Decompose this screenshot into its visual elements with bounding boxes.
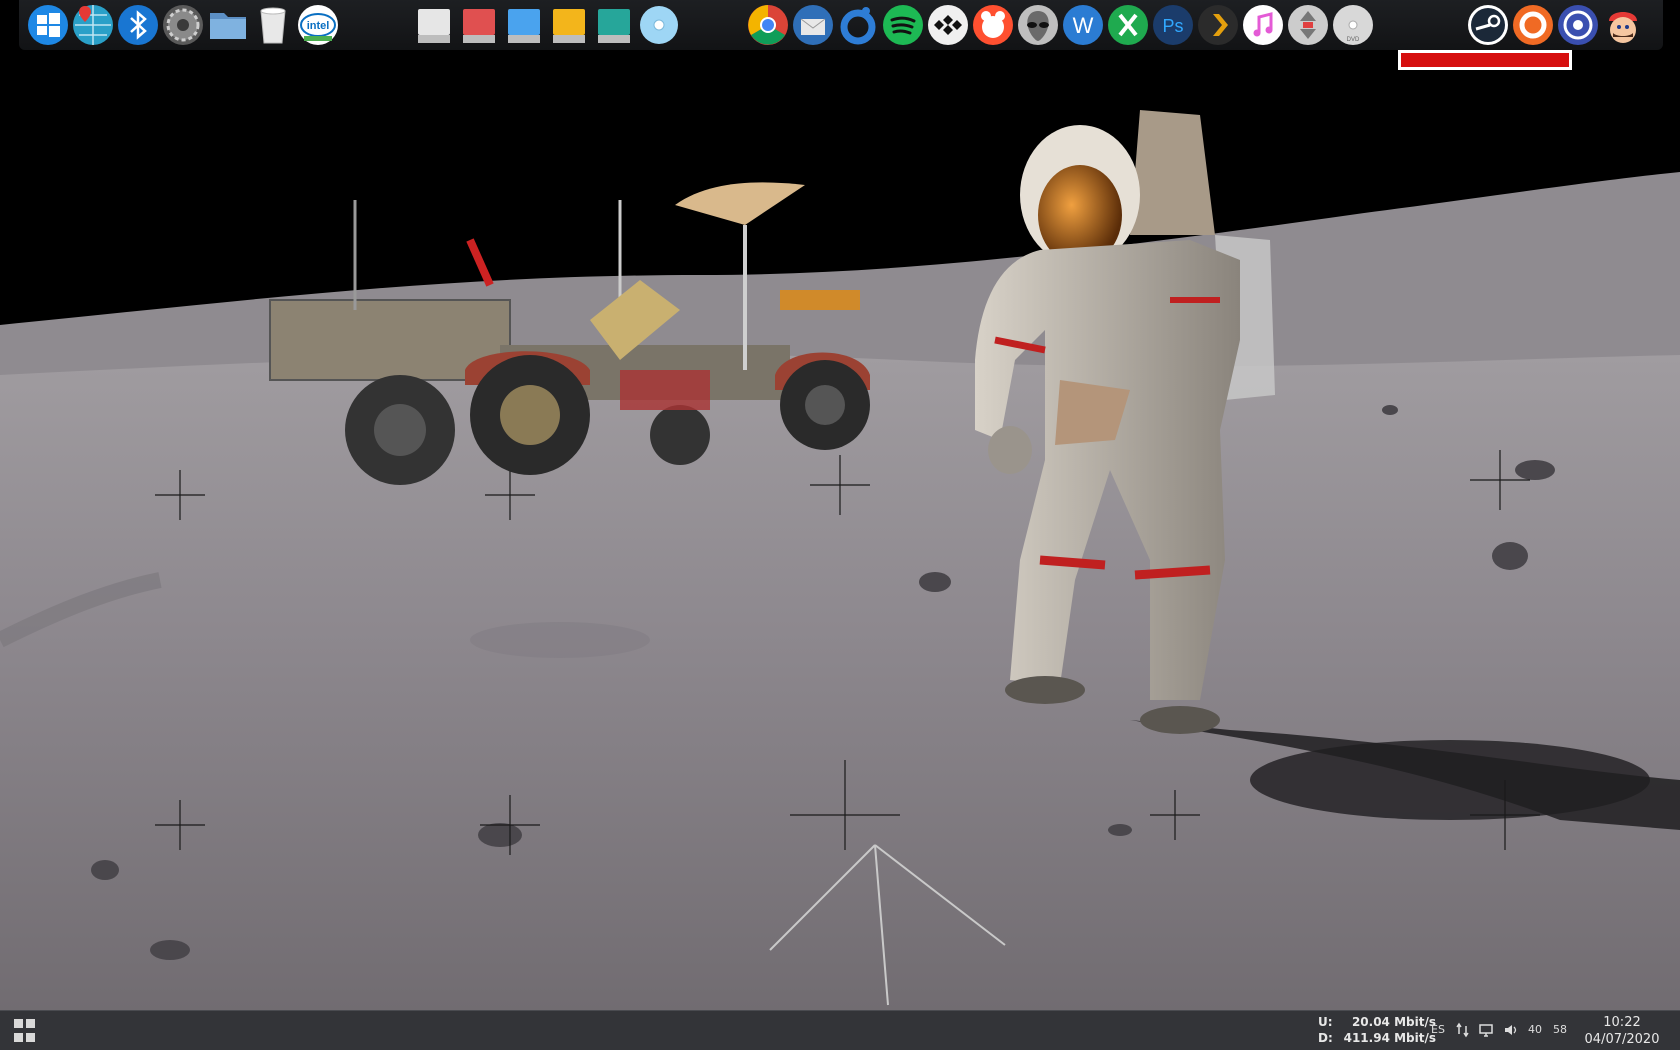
tray-value-2: 58 xyxy=(1553,1023,1567,1036)
folder-icon[interactable] xyxy=(205,2,250,48)
network-monitor-icon[interactable] xyxy=(1478,1022,1494,1038)
clock-time: 10:22 xyxy=(1603,1015,1641,1030)
spotify-icon[interactable] xyxy=(880,2,925,48)
photoshop-label: Ps xyxy=(1162,16,1183,36)
download-label: D: xyxy=(1318,1031,1333,1045)
plex-icon[interactable] xyxy=(1195,2,1240,48)
trash-icon[interactable] xyxy=(250,2,295,48)
word-icon[interactable]: W xyxy=(1060,2,1105,48)
bluetooth-icon[interactable] xyxy=(115,2,160,48)
drive-blue-icon[interactable] xyxy=(501,2,546,48)
download-value: 411.94 Mbit/s xyxy=(1343,1031,1436,1045)
dock-badge xyxy=(1398,50,1572,70)
drive-teal-icon[interactable] xyxy=(591,2,636,48)
windows-start-icon[interactable] xyxy=(25,2,70,48)
clock-date: 04/07/2020 xyxy=(1584,1032,1660,1047)
dock-apps-group: W Ps DVD xyxy=(745,2,1375,48)
mario-icon[interactable] xyxy=(1600,2,1645,48)
tray-value-1: 40 xyxy=(1528,1023,1542,1036)
volume-icon[interactable] xyxy=(1503,1022,1519,1038)
maps-globe-icon[interactable] xyxy=(70,2,115,48)
drive-red-icon[interactable] xyxy=(456,2,501,48)
alien-icon[interactable] xyxy=(1015,2,1060,48)
settings-gear-icon[interactable] xyxy=(160,2,205,48)
dock-system-group: intel xyxy=(25,2,340,48)
network-meter: U: 20.04 Mbit/s D: 411.94 Mbit/s xyxy=(1318,1014,1436,1046)
chrome-icon[interactable] xyxy=(745,2,790,48)
thunderbird-icon[interactable] xyxy=(790,2,835,48)
gom-player-icon[interactable] xyxy=(970,2,1015,48)
excel-icon[interactable] xyxy=(1105,2,1150,48)
word-label: W xyxy=(1072,13,1093,38)
moon-landing-wallpaper xyxy=(0,0,1680,1050)
intel-label: intel xyxy=(306,20,329,32)
upload-value: 20.04 Mbit/s xyxy=(1351,1015,1436,1029)
dvd-icon[interactable]: DVD xyxy=(1330,2,1375,48)
windows-start-icon[interactable] xyxy=(14,1019,38,1043)
steam-icon[interactable] xyxy=(1465,2,1510,48)
network-activity-icon[interactable] xyxy=(1455,1022,1471,1038)
upload-label: U: xyxy=(1318,1015,1333,1029)
dock-end-group xyxy=(1465,2,1645,48)
ubisoft-icon[interactable] xyxy=(1555,2,1600,48)
taskbar: U: 20.04 Mbit/s D: 411.94 Mbit/s ES 40 5… xyxy=(0,1010,1680,1050)
tidal-icon[interactable] xyxy=(925,2,970,48)
top-dock: intel W Ps DVD xyxy=(19,0,1663,50)
dvd-label: DVD xyxy=(1346,37,1359,43)
photoshop-icon[interactable]: Ps xyxy=(1150,2,1195,48)
intel-icon[interactable]: intel xyxy=(295,2,340,48)
origin-icon[interactable] xyxy=(835,2,880,48)
ccleaner-icon[interactable] xyxy=(1510,2,1555,48)
clock[interactable]: 10:22 04/07/2020 xyxy=(1572,1014,1672,1048)
drive-yellow-icon[interactable] xyxy=(546,2,591,48)
dock-drives-group xyxy=(411,2,681,48)
transfer-icon[interactable] xyxy=(1285,2,1330,48)
drive-white-icon[interactable] xyxy=(411,2,456,48)
itunes-icon[interactable] xyxy=(1240,2,1285,48)
language-indicator[interactable]: ES xyxy=(1431,1023,1445,1036)
optical-disc-icon[interactable] xyxy=(636,2,681,48)
